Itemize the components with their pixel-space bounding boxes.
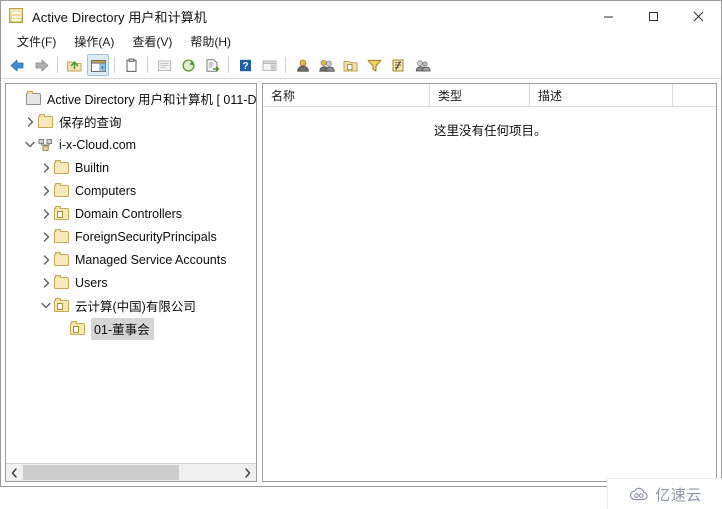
chevron-down-icon[interactable] — [22, 133, 38, 156]
help-icon[interactable]: ? — [234, 54, 256, 76]
list-pane: 名称 类型 描述 这里没有任何项目。 — [262, 83, 717, 482]
application-window: Active Directory 用户和计算机 文件(F) 操作(A) 查看(V… — [0, 0, 722, 487]
export-list-icon[interactable] — [201, 54, 223, 76]
toolbar-separator — [57, 57, 58, 73]
watermark: 亿速云 — [607, 478, 722, 509]
folder-icon — [54, 182, 70, 199]
up-one-level-icon[interactable] — [63, 54, 85, 76]
folder-icon — [54, 228, 70, 245]
properties-clipboard-icon[interactable] — [120, 54, 142, 76]
organizational-unit-icon — [54, 297, 70, 314]
chevron-right-icon[interactable] — [38, 225, 54, 248]
tree-node-label: Active Directory 用户和计算机 [ 011-DC01 — [47, 93, 256, 107]
tree-node-domain[interactable]: i-x-Cloud.com — [6, 133, 256, 156]
tree-pane: Active Directory 用户和计算机 [ 011-DC01 保存的查询 — [5, 83, 257, 482]
tree-node-console-root[interactable]: Active Directory 用户和计算机 [ 011-DC01 — [6, 87, 256, 110]
scrollbar-thumb[interactable] — [23, 465, 179, 480]
organizational-unit-icon — [54, 205, 70, 222]
filter-icon[interactable] — [363, 54, 385, 76]
folder-icon — [54, 274, 70, 291]
tree-node-builtin[interactable]: Builtin — [6, 156, 256, 179]
toolbar-separator — [228, 57, 229, 73]
tree-node-label: Domain Controllers — [75, 206, 182, 221]
new-group-icon[interactable] — [315, 54, 337, 76]
forward-arrow-icon[interactable] — [30, 54, 52, 76]
menu-view[interactable]: 查看(V) — [123, 31, 181, 53]
refresh-icon[interactable] — [177, 54, 199, 76]
tree-node-label: Managed Service Accounts — [75, 252, 227, 267]
list-body[interactable]: 这里没有任何项目。 — [263, 107, 716, 481]
window-controls — [586, 1, 721, 31]
column-filler — [673, 84, 716, 106]
tree-node-label: 云计算(中国)有限公司 — [75, 300, 196, 314]
console-tree[interactable]: Active Directory 用户和计算机 [ 011-DC01 保存的查询 — [6, 84, 256, 463]
chevron-right-icon[interactable] — [38, 202, 54, 225]
tree-node-label: 保存的查询 — [59, 116, 122, 130]
list-column-headers: 名称 类型 描述 — [263, 84, 716, 107]
tree-node-foreign-security-principals[interactable]: ForeignSecurityPrincipals — [6, 225, 256, 248]
toolbar: ? — [1, 52, 721, 79]
chevron-right-icon[interactable] — [38, 156, 54, 179]
tree-node-label: Users — [75, 275, 108, 290]
column-description[interactable]: 描述 — [530, 84, 673, 106]
svg-text:?: ? — [242, 61, 248, 72]
console-window-icon — [258, 54, 280, 76]
column-type[interactable]: 类型 — [430, 84, 530, 106]
new-organizational-unit-icon[interactable] — [339, 54, 361, 76]
tree-node-label: Computers — [75, 183, 137, 198]
toolbar-separator — [285, 57, 286, 73]
maximize-icon[interactable] — [631, 1, 676, 31]
tree-node-label: Builtin — [75, 160, 110, 175]
tree-horizontal-scrollbar[interactable] — [6, 463, 256, 481]
console-root-icon — [26, 90, 42, 107]
tree-node-label: ForeignSecurityPrincipals — [75, 229, 217, 244]
organizational-unit-icon — [70, 320, 86, 337]
folder-icon — [54, 251, 70, 268]
tree-node-label: 01-董事会 — [91, 317, 154, 340]
column-name[interactable]: 名称 — [263, 84, 430, 106]
window-title: Active Directory 用户和计算机 — [32, 9, 207, 25]
chevron-right-icon[interactable] — [22, 110, 38, 133]
tree-node-board-ou[interactable]: 01-董事会 — [6, 317, 256, 340]
tree-node-label: i-x-Cloud.com — [59, 137, 137, 152]
twisty-placeholder — [10, 87, 26, 110]
back-arrow-icon[interactable] — [6, 54, 28, 76]
toolbar-separator — [114, 57, 115, 73]
folder-icon — [38, 113, 54, 130]
menu-help[interactable]: 帮助(H) — [181, 31, 240, 53]
title-bar: Active Directory 用户和计算机 — [1, 1, 721, 31]
scrollbar-track[interactable] — [23, 464, 239, 481]
chevron-right-icon[interactable] — [38, 248, 54, 271]
minimize-icon[interactable] — [586, 1, 631, 31]
cloud-logo-icon — [630, 487, 648, 500]
tree-node-computers[interactable]: Computers — [6, 179, 256, 202]
scroll-right-icon[interactable] — [239, 464, 256, 481]
find-objects-icon[interactable] — [387, 54, 409, 76]
tree-node-company-ou[interactable]: 云计算(中国)有限公司 — [6, 294, 256, 317]
tree-node-managed-service-accounts[interactable]: Managed Service Accounts — [6, 248, 256, 271]
chevron-right-icon[interactable] — [38, 271, 54, 294]
folder-icon — [54, 159, 70, 176]
toolbar-separator — [147, 57, 148, 73]
tree-node-domain-controllers[interactable]: Domain Controllers — [6, 202, 256, 225]
content-area: Active Directory 用户和计算机 [ 011-DC01 保存的查询 — [1, 79, 721, 486]
scroll-left-icon[interactable] — [6, 464, 23, 481]
empty-list-message: 这里没有任何项目。 — [434, 124, 547, 138]
menu-action[interactable]: 操作(A) — [65, 31, 123, 53]
tree-node-saved-queries[interactable]: 保存的查询 — [6, 110, 256, 133]
chevron-right-icon[interactable] — [38, 179, 54, 202]
domain-icon — [38, 137, 54, 153]
menu-bar: 文件(F) 操作(A) 查看(V) 帮助(H) — [1, 31, 721, 52]
show-hide-tree-icon[interactable] — [87, 54, 109, 76]
chevron-down-icon[interactable] — [38, 294, 54, 317]
new-user-icon[interactable] — [291, 54, 313, 76]
watermark-text: 亿速云 — [655, 486, 702, 504]
manage-members-icon[interactable] — [411, 54, 433, 76]
menu-file[interactable]: 文件(F) — [8, 31, 65, 53]
twisty-placeholder — [54, 317, 70, 340]
tree-node-users[interactable]: Users — [6, 271, 256, 294]
mmc-console-icon — [9, 8, 25, 24]
delete-icon — [153, 54, 175, 76]
close-icon[interactable] — [676, 1, 721, 31]
